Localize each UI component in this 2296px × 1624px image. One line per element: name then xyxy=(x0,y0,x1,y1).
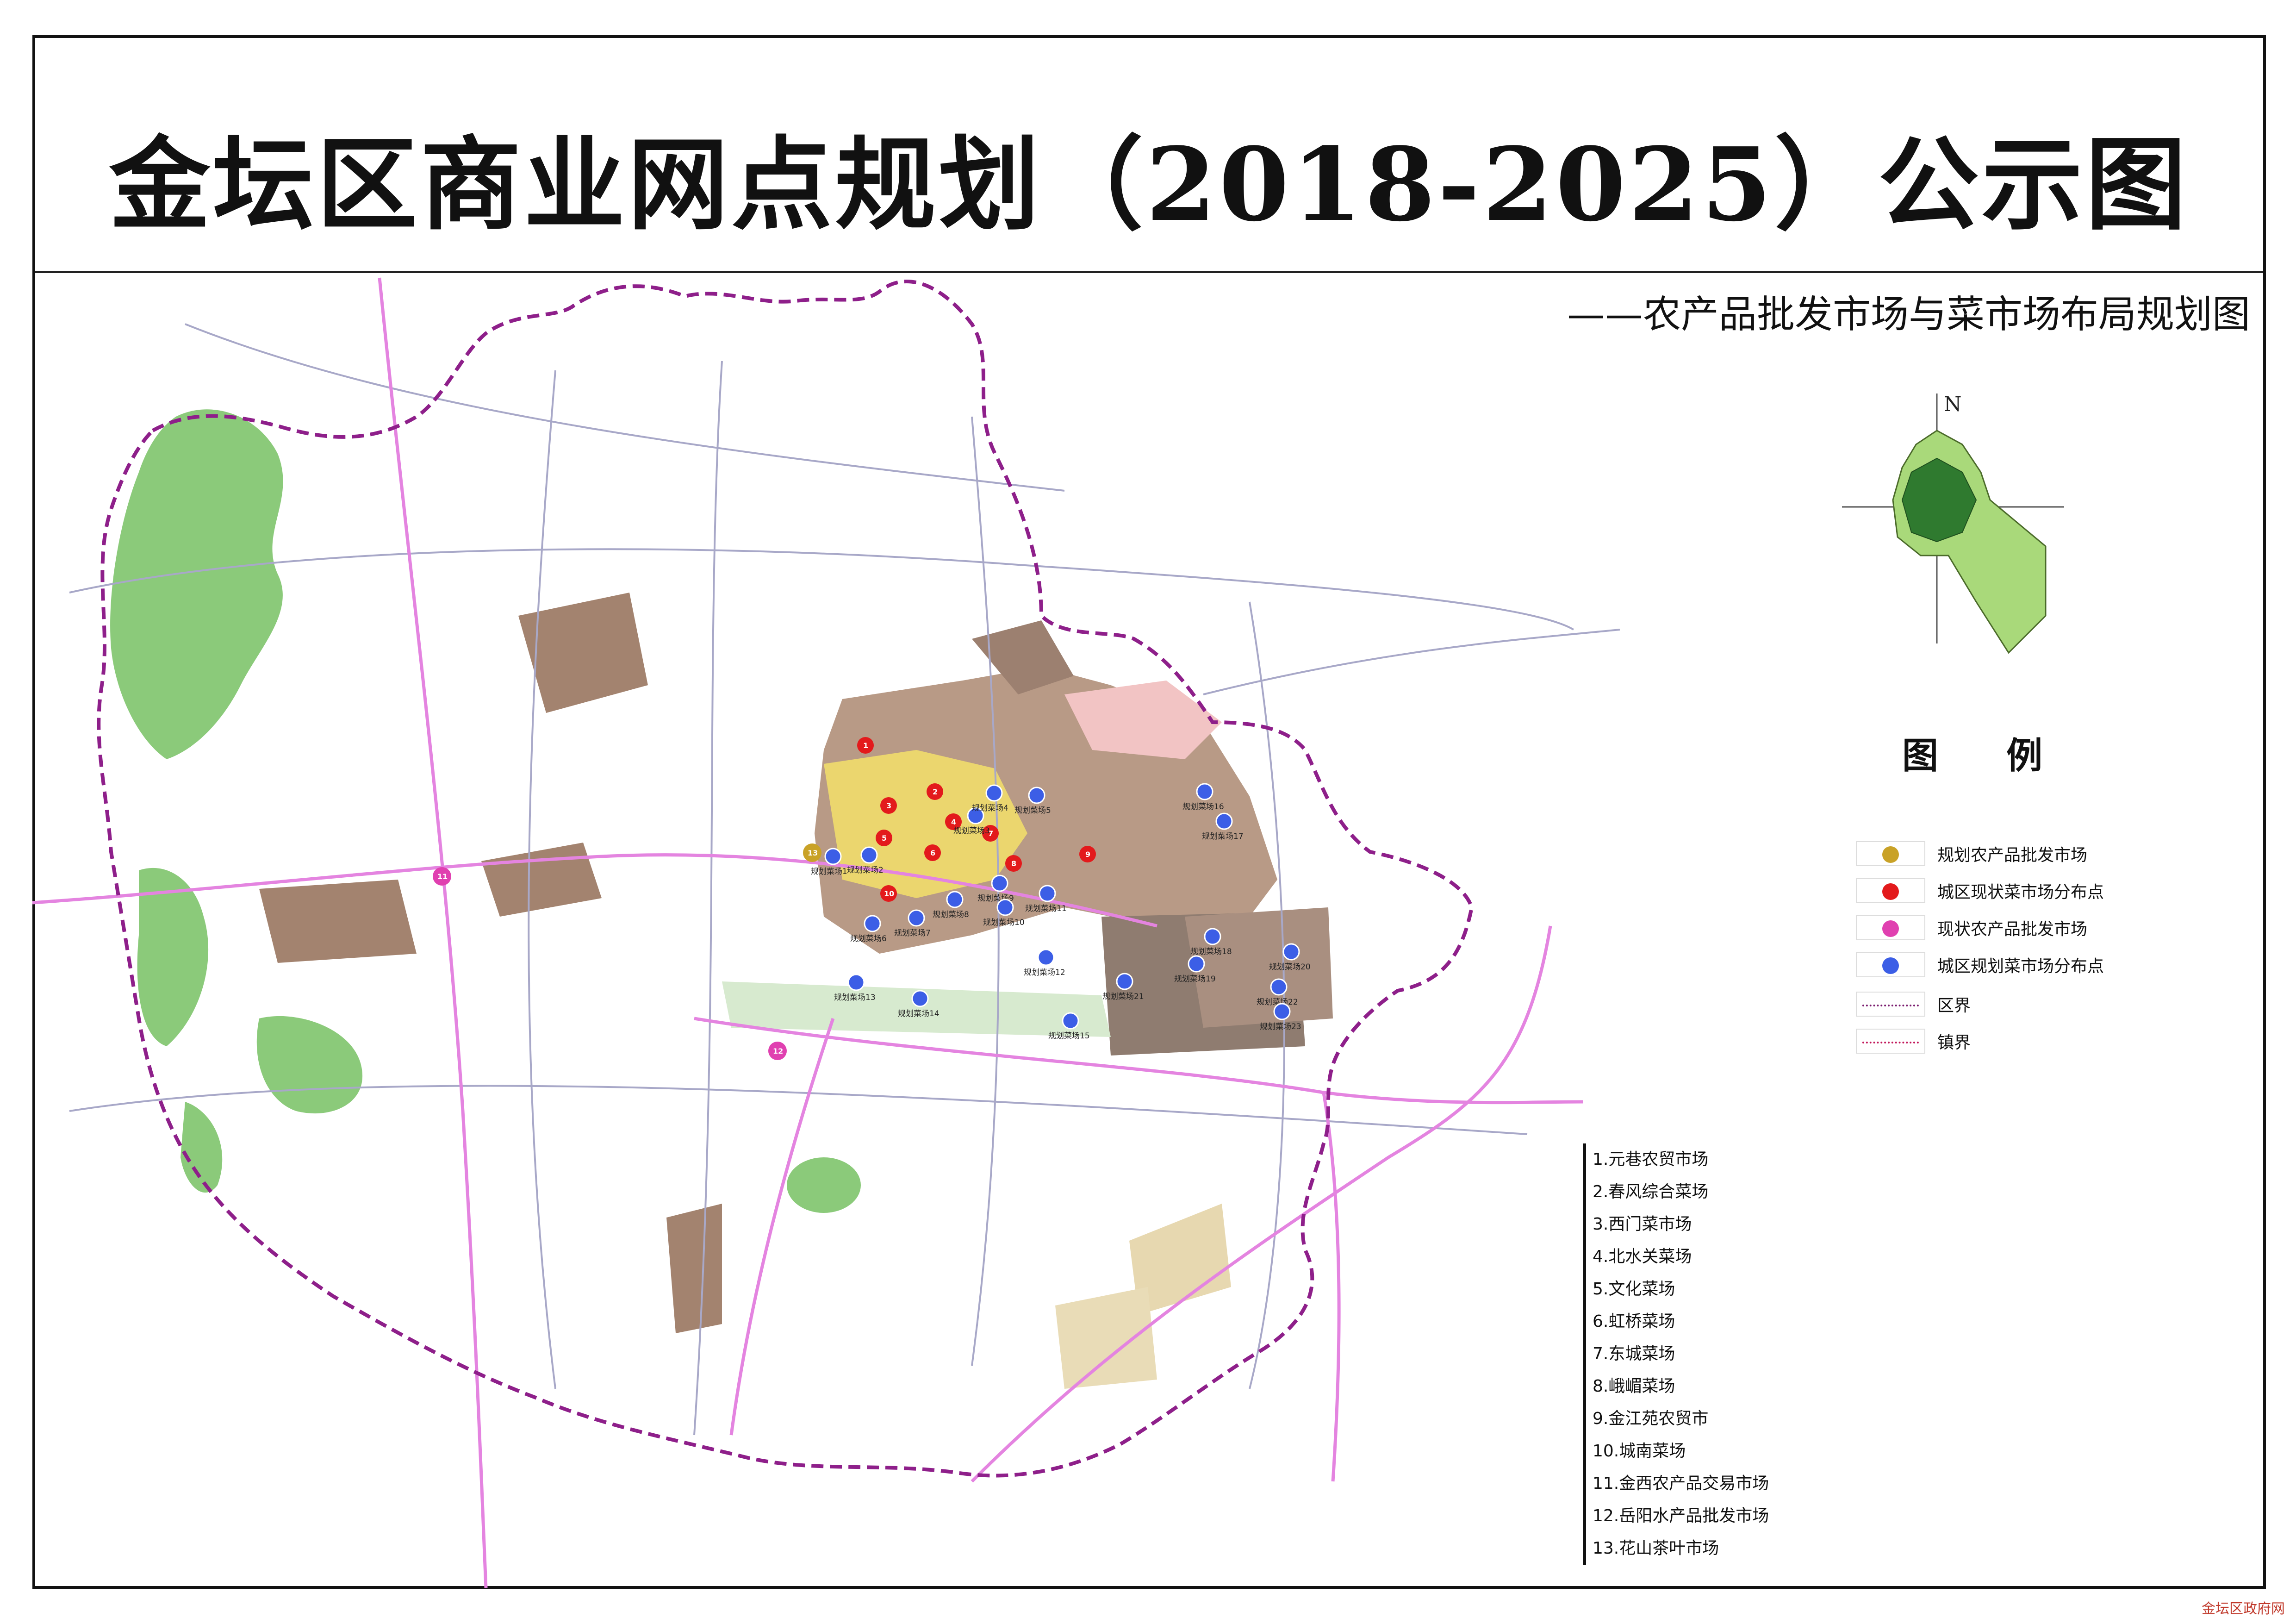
planned-market-dot[interactable] xyxy=(1188,955,1205,973)
market-number-label: 4 xyxy=(951,818,956,826)
planned-market-label: 规划菜场14 xyxy=(898,1009,940,1018)
legend-item: 现状农产品批发市场 xyxy=(1856,914,2087,941)
legend-label: 区界 xyxy=(1937,996,1971,1015)
market-number-label: 6 xyxy=(930,849,935,857)
planned-market-dot[interactable] xyxy=(824,848,842,865)
planned-market-label: 规划菜场2 xyxy=(847,866,884,875)
market-number-label: 8 xyxy=(1011,859,1016,868)
legend-swatch xyxy=(1856,841,1925,866)
planned-market-dot[interactable] xyxy=(860,846,878,864)
map-canvas: N 12345678910 111213 规划菜场1 规划菜场2规划菜场3规划菜场… xyxy=(32,277,2064,1588)
legend-item: 规划农产品批发市场 xyxy=(1856,840,2087,867)
legend-title: 图 例 xyxy=(1902,735,2071,777)
market-list-item: 3.西门菜市场 xyxy=(1593,1215,1692,1234)
planned-market-label: 规划菜场8 xyxy=(933,910,969,919)
planned-market-dot[interactable] xyxy=(991,874,1008,892)
planned-market-label: 规划菜场18 xyxy=(1190,947,1232,956)
planned-market-dot[interactable] xyxy=(908,909,925,927)
market-list: 1.元巷农贸市场 2.春风综合菜场 3.西门菜市场 4.北水关菜场 5.文化菜场 6.虹桥… xyxy=(1583,1143,1769,1565)
legend-item: 区界 xyxy=(1856,991,1971,1018)
planned-market-dot[interactable] xyxy=(1028,787,1045,804)
market-list-item: 6.虹桥菜场 xyxy=(1593,1312,1675,1331)
legend-swatch xyxy=(1856,952,1925,977)
market-list-item: 7.东城菜场 xyxy=(1593,1344,1675,1363)
planned-market-dot[interactable] xyxy=(1062,1012,1079,1030)
legend-swatch xyxy=(1856,992,1925,1017)
planned-market-dot[interactable] xyxy=(946,891,964,908)
market-number-label: 3 xyxy=(886,801,891,810)
legend-swatch xyxy=(1856,1029,1925,1054)
market-number-label: 1 xyxy=(863,741,868,750)
planned-market-dot[interactable] xyxy=(1196,783,1213,800)
planned-market-dot[interactable] xyxy=(864,915,881,932)
legend-item: 城区现状菜市场分布点 xyxy=(1856,877,2104,904)
market-number-label: 10 xyxy=(884,889,894,898)
planned-market-dot[interactable] xyxy=(847,974,865,991)
legend-label: 镇界 xyxy=(1937,1033,1971,1052)
planned-market-label: 规划菜场12 xyxy=(1024,968,1065,977)
market-list-item: 12.岳阳水产品批发市场 xyxy=(1593,1506,1769,1525)
planned-market-label: 规划菜场10 xyxy=(983,918,1025,927)
north-label: N xyxy=(1944,393,1962,416)
legend-item: 城区规划菜市场分布点 xyxy=(1856,951,2104,978)
market-list-item: 8.峨嵋菜场 xyxy=(1593,1377,1675,1396)
planned-market-dot[interactable] xyxy=(985,784,1003,802)
planned-market-label: 规划菜场3 xyxy=(953,826,990,836)
market-list-item: 10.城南菜场 xyxy=(1593,1442,1686,1461)
market-number-label: 5 xyxy=(882,834,887,843)
planned-market-label: 规划菜场16 xyxy=(1182,802,1224,812)
planned-market-dot[interactable] xyxy=(1204,928,1221,945)
planned-market-dot[interactable] xyxy=(1039,885,1056,902)
planned-market-dot[interactable] xyxy=(996,899,1014,916)
market-number-label: 12 xyxy=(773,1047,783,1056)
planned-market-dot[interactable] xyxy=(1215,812,1233,830)
market-number-label: 9 xyxy=(1085,850,1090,859)
planned-market-label: 规划菜场4 xyxy=(972,804,1008,813)
legend-label: 城区规划菜市场分布点 xyxy=(1937,957,2104,976)
market-list-item: 2.春风综合菜场 xyxy=(1593,1182,1709,1201)
planned-market-label: 规划菜场15 xyxy=(1048,1031,1090,1041)
watermark: 金坛区政府网 xyxy=(2202,1601,2285,1617)
planned-market-label: 规划菜场6 xyxy=(850,934,887,943)
planned-market-label: 规划菜场19 xyxy=(1174,974,1216,984)
urban-block-layer xyxy=(259,593,1333,1389)
market-list-item: 4.北水关菜场 xyxy=(1593,1247,1692,1266)
planned-market-dot[interactable] xyxy=(1116,973,1133,990)
green-area-layer xyxy=(110,409,861,1213)
market-number-label: 11 xyxy=(437,872,448,881)
planned-market-marker[interactable]: 规划菜场12 xyxy=(1024,949,1065,977)
planned-market-label: 规划菜场13 xyxy=(834,993,876,1002)
planned-market-label: 规划菜场23 xyxy=(1260,1022,1301,1031)
legend-label: 现状农产品批发市场 xyxy=(1937,920,2088,939)
planned-market-label: 规划菜场11 xyxy=(1025,904,1067,913)
legend-label: 城区现状菜市场分布点 xyxy=(1937,883,2104,902)
planned-market-label: 规划菜场1 xyxy=(811,867,847,876)
market-list-item: 1.元巷农贸市场 xyxy=(1593,1150,1709,1169)
market-list-item: 13.花山茶叶市场 xyxy=(1593,1539,1719,1558)
legend-item: 镇界 xyxy=(1856,1028,1971,1055)
planned-market-dot[interactable] xyxy=(1282,943,1300,961)
market-list-item: 5.文化菜场 xyxy=(1593,1280,1675,1299)
planned-market-dot[interactable] xyxy=(1270,978,1288,996)
planned-market-dot[interactable] xyxy=(911,990,929,1007)
legend-label: 规划农产品批发市场 xyxy=(1937,846,2088,865)
planned-market-label: 规划菜场20 xyxy=(1269,962,1311,972)
legend-swatch xyxy=(1856,915,1925,940)
legend-swatch xyxy=(1856,878,1925,903)
planned-market-label: 规划菜场21 xyxy=(1102,992,1144,1001)
planned-market-label: 规划菜场7 xyxy=(894,929,931,938)
planned-market-label: 规划菜场17 xyxy=(1202,832,1244,841)
north-arrow: N xyxy=(1842,393,2064,654)
planned-market-dot[interactable] xyxy=(1037,949,1055,966)
planned-market-dot[interactable] xyxy=(1273,1003,1291,1020)
market-number-label: 2 xyxy=(933,787,938,796)
market-number-label: 13 xyxy=(808,849,818,857)
market-list-item: 11.金西农产品交易市场 xyxy=(1593,1474,1769,1493)
market-list-item: 9.金江苑农贸市 xyxy=(1593,1409,1709,1428)
planned-market-label: 规划菜场5 xyxy=(1014,806,1051,815)
